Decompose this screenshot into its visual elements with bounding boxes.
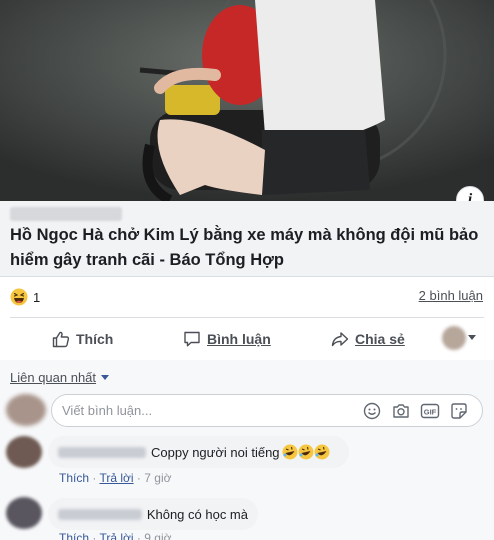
reaction-count: 1 [33, 289, 41, 305]
rofl-icon [282, 444, 298, 460]
comment-bubble-icon [184, 331, 200, 347]
commenter-name[interactable] [58, 508, 142, 520]
commenter-avatar[interactable] [6, 436, 42, 468]
comment-button[interactable]: Bình luận [183, 327, 271, 351]
comment-label: Bình luận [207, 331, 271, 347]
comment-like-link[interactable]: Thích [59, 531, 89, 540]
divider [10, 317, 484, 318]
sticker-icon[interactable] [448, 401, 470, 421]
share-button[interactable]: Chia sẻ [331, 327, 405, 351]
motorbike-photo-illustration [0, 0, 494, 201]
preview-caption[interactable]: Hồ Ngọc Hà chở Kim Lý bằng xe máy mà khô… [0, 201, 494, 277]
comment-input-box[interactable]: GIF [51, 394, 483, 427]
comment-bubble: Coppy người noi tiếng [48, 436, 349, 468]
preview-title[interactable]: Hồ Ngọc Hà chở Kim Lý bằng xe máy mà khô… [10, 223, 484, 273]
caret-down-icon [101, 375, 110, 380]
share-arrow-icon [331, 332, 349, 347]
comment-text: Coppy người noi tiếng [151, 444, 280, 460]
emoji-icon[interactable] [361, 401, 383, 421]
thumbs-up-icon [52, 331, 70, 348]
current-user-avatar [6, 394, 46, 426]
comment-timestamp[interactable]: 7 giờ [144, 471, 171, 485]
commenter-name[interactable] [58, 446, 146, 458]
blurred-domain [10, 207, 122, 221]
comment-bubble: Không có học mà [48, 498, 258, 530]
commenter-avatar[interactable] [6, 497, 42, 529]
gif-icon[interactable]: GIF [419, 401, 441, 421]
like-button[interactable]: Thích [52, 327, 113, 351]
preview-image[interactable]: i [0, 0, 494, 201]
haha-icon [10, 288, 28, 306]
camera-icon[interactable] [390, 401, 412, 421]
comment-input[interactable] [62, 403, 352, 418]
like-label: Thích [76, 331, 114, 347]
comment-count-link[interactable]: 2 bình luận [419, 288, 483, 303]
svg-text:GIF: GIF [424, 407, 437, 416]
comment-like-link[interactable]: Thích [59, 471, 89, 485]
comment-reply-link[interactable]: Trả lời [99, 531, 133, 540]
rofl-icon [314, 444, 330, 460]
chevron-down-icon[interactable] [468, 335, 476, 340]
comment-sort-dropdown[interactable]: Liên quan nhất [10, 370, 110, 385]
share-label: Chia sẻ [355, 331, 405, 347]
comment-actions: Thích · Trả lời · 7 giờ [59, 471, 172, 485]
comment-text: Không có học mà [146, 506, 248, 522]
comment-timestamp[interactable]: 9 giờ [144, 531, 171, 540]
sort-label: Liên quan nhất [10, 370, 97, 385]
rofl-emoji-group [282, 444, 330, 460]
comment-reply-link[interactable]: Trả lời [99, 471, 133, 485]
rofl-icon [298, 444, 314, 460]
page-avatar[interactable] [442, 326, 466, 350]
comment-actions: Thích · Trả lời · 9 giờ [59, 531, 171, 540]
reaction-summary[interactable]: 1 [10, 286, 40, 308]
